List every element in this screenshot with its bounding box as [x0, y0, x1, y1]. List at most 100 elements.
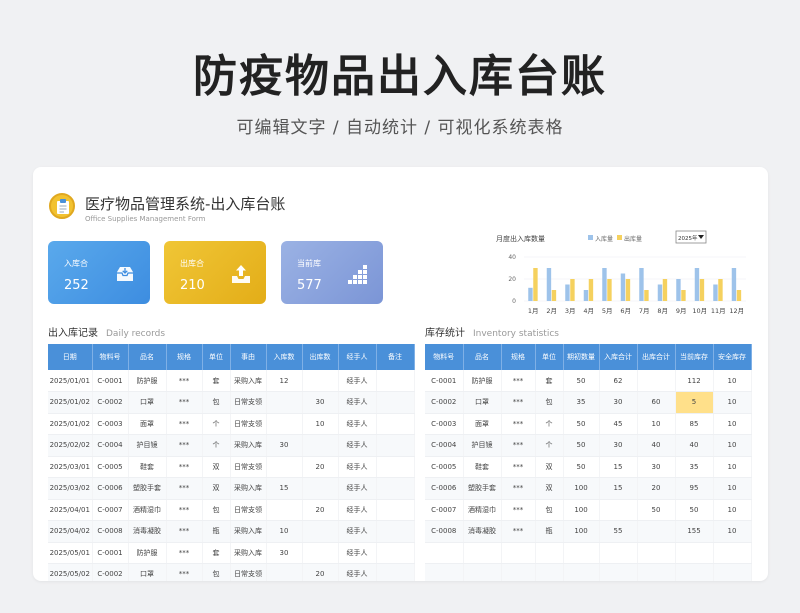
records-cell[interactable]: 包	[202, 499, 231, 521]
inventory-cell[interactable]	[535, 542, 564, 564]
records-cell[interactable]	[376, 520, 415, 543]
records-cell[interactable]	[266, 413, 303, 435]
records-cell[interactable]: 2025/05/02	[48, 563, 93, 581]
records-cell[interactable]	[376, 434, 415, 457]
inventory-cell[interactable]: 护目镜	[463, 434, 502, 457]
inventory-cell[interactable]	[675, 542, 714, 564]
records-cell[interactable]: 个	[202, 434, 231, 457]
records-cell[interactable]: C-0004	[92, 434, 129, 457]
inventory-cell[interactable]: 口罩	[463, 391, 502, 414]
records-cell[interactable]: C-0003	[92, 413, 129, 435]
records-cell[interactable]	[302, 370, 339, 392]
records-cell[interactable]	[302, 542, 339, 564]
inventory-cell[interactable]: 个	[535, 434, 564, 457]
records-cell[interactable]: 护目镜	[128, 434, 167, 457]
inventory-cell[interactable]: 瓶	[535, 520, 564, 543]
inventory-cell[interactable]: 30	[599, 391, 638, 414]
records-cell[interactable]: 20	[302, 456, 339, 478]
inventory-cell[interactable]: 10	[713, 477, 752, 500]
records-cell[interactable]: 日常支领	[230, 499, 267, 521]
records-cell[interactable]: 塑胶手套	[128, 477, 167, 500]
inventory-cell[interactable]: ***	[501, 456, 536, 478]
inventory-cell[interactable]	[535, 563, 564, 581]
records-cell[interactable]: 包	[202, 563, 231, 581]
inventory-cell[interactable]: C-0004	[425, 434, 464, 457]
inventory-cell[interactable]: 10	[713, 456, 752, 478]
inventory-cell[interactable]: 50	[563, 434, 600, 457]
inventory-cell[interactable]: 60	[637, 391, 676, 414]
inventory-cell[interactable]: C-0003	[425, 413, 464, 435]
inventory-cell[interactable]: 包	[535, 499, 564, 521]
records-cell[interactable]	[376, 499, 415, 521]
inventory-cell[interactable]: 面罩	[463, 413, 502, 435]
records-cell[interactable]: 30	[266, 434, 303, 457]
records-cell[interactable]: C-0008	[92, 520, 129, 543]
inventory-cell[interactable]: 15	[599, 456, 638, 478]
inventory-cell[interactable]	[599, 542, 638, 564]
inventory-cell[interactable]: 85	[675, 413, 714, 435]
records-cell[interactable]: 日常支领	[230, 413, 267, 435]
records-cell[interactable]: 双	[202, 456, 231, 478]
inventory-cell[interactable]: C-0008	[425, 520, 464, 543]
records-cell[interactable]: 采购入库	[230, 520, 267, 543]
inventory-cell[interactable]	[425, 563, 464, 581]
records-cell[interactable]	[376, 542, 415, 564]
records-cell[interactable]: C-0002	[92, 391, 129, 414]
inventory-cell[interactable]: 防护服	[463, 370, 502, 392]
records-cell[interactable]	[376, 370, 415, 392]
inventory-cell[interactable]: 10	[713, 520, 752, 543]
records-cell[interactable]: 瓶	[202, 520, 231, 543]
inventory-cell[interactable]: 50	[563, 456, 600, 478]
inventory-cell[interactable]: C-0002	[425, 391, 464, 414]
records-cell[interactable]: C-0005	[92, 456, 129, 478]
records-cell[interactable]: 日常支领	[230, 391, 267, 414]
records-cell[interactable]: 经手人	[338, 542, 377, 564]
records-cell[interactable]	[376, 391, 415, 414]
inventory-cell[interactable]	[563, 563, 600, 581]
inventory-cell[interactable]: 95	[675, 477, 714, 500]
inventory-cell[interactable]: 50	[675, 499, 714, 521]
inventory-cell[interactable]: 40	[637, 434, 676, 457]
records-cell[interactable]: 15	[266, 477, 303, 500]
records-cell[interactable]	[376, 477, 415, 500]
records-cell[interactable]: ***	[166, 370, 203, 392]
records-cell[interactable]: ***	[166, 520, 203, 543]
records-cell[interactable]: C-0007	[92, 499, 129, 521]
inventory-cell[interactable]	[637, 563, 676, 581]
records-cell[interactable]: 2025/01/02	[48, 391, 93, 414]
records-cell[interactable]: ***	[166, 477, 203, 500]
records-cell[interactable]: 经手人	[338, 413, 377, 435]
records-cell[interactable]: 2025/02/02	[48, 434, 93, 457]
inventory-cell[interactable]: C-0005	[425, 456, 464, 478]
inventory-cell[interactable]: 塑胶手套	[463, 477, 502, 500]
records-cell[interactable]	[302, 477, 339, 500]
inventory-cell[interactable]: ***	[501, 370, 536, 392]
records-cell[interactable]: 经手人	[338, 477, 377, 500]
inventory-cell[interactable]: 双	[535, 477, 564, 500]
inventory-cell[interactable]: 10	[713, 413, 752, 435]
inventory-cell[interactable]: 50	[637, 499, 676, 521]
records-cell[interactable]: C-0001	[92, 542, 129, 564]
records-cell[interactable]: C-0006	[92, 477, 129, 500]
inventory-cell[interactable]: ***	[501, 499, 536, 521]
records-cell[interactable]: 口罩	[128, 391, 167, 414]
records-cell[interactable]: 酒精湿巾	[128, 499, 167, 521]
records-cell[interactable]	[266, 499, 303, 521]
inventory-cell[interactable]: 45	[599, 413, 638, 435]
records-cell[interactable]: 套	[202, 542, 231, 564]
inventory-cell[interactable]	[713, 542, 752, 564]
inventory-cell[interactable]	[637, 370, 676, 392]
inventory-cell[interactable]: 35	[563, 391, 600, 414]
inventory-cell[interactable]: 40	[675, 434, 714, 457]
records-cell[interactable]: 消毒凝胶	[128, 520, 167, 543]
inventory-cell[interactable]: 30	[599, 434, 638, 457]
records-cell[interactable]: 2025/01/01	[48, 370, 93, 392]
inventory-cell[interactable]: ***	[501, 391, 536, 414]
records-cell[interactable]	[376, 413, 415, 435]
inventory-cell[interactable]	[425, 542, 464, 564]
records-cell[interactable]: ***	[166, 391, 203, 414]
records-cell[interactable]: 口罩	[128, 563, 167, 581]
inventory-cell[interactable]: C-0001	[425, 370, 464, 392]
inventory-cell[interactable]: ***	[501, 413, 536, 435]
inventory-cell[interactable]: 35	[675, 456, 714, 478]
